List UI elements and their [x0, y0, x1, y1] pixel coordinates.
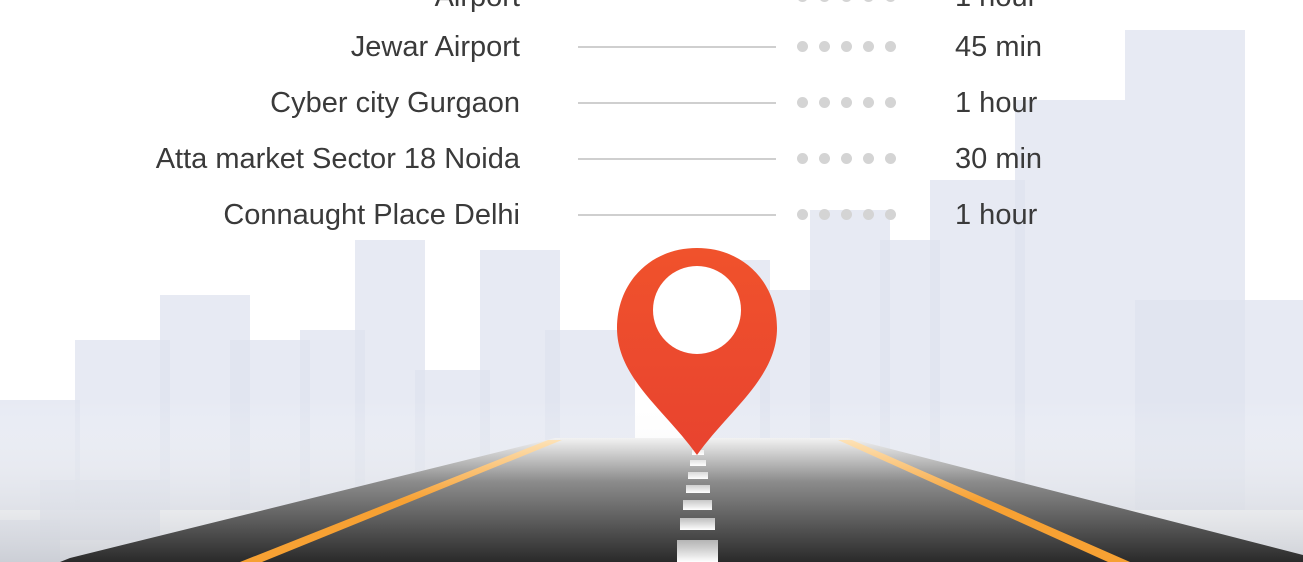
- connector-line: [578, 46, 776, 48]
- destination-label: Jewar Airport: [350, 31, 520, 63]
- destination-label: Airport: [435, 0, 520, 17]
- destination-label: Cyber city Gurgaon: [270, 87, 520, 119]
- dot-icon: [819, 209, 830, 220]
- dot-icon: [819, 41, 830, 52]
- dot-icon: [841, 97, 852, 108]
- connector-line: [578, 102, 776, 104]
- dot-icon: [797, 0, 808, 2]
- dot-icon: [863, 97, 874, 108]
- destination-label: Connaught Place Delhi: [223, 199, 520, 231]
- destination-label: Atta market Sector 18 Noida: [155, 143, 520, 175]
- dot-icon: [797, 209, 808, 220]
- dot-icon: [841, 0, 852, 2]
- travel-time: 45 min: [955, 31, 1043, 63]
- travel-time: 30 min: [955, 143, 1043, 175]
- distance-row: Connaught Place Delhi 1 hour: [0, 195, 1303, 235]
- dot-icon: [863, 209, 874, 220]
- dot-icon: [885, 209, 896, 220]
- connector-line: [578, 214, 776, 216]
- dot-icon: [863, 41, 874, 52]
- distance-list: Airport 1 hour Jewar Airport 45 min Cyber ci…: [0, 0, 1303, 562]
- distance-row: Jewar Airport 45 min: [0, 27, 1303, 67]
- dot-icon: [819, 97, 830, 108]
- dot-icon: [819, 153, 830, 164]
- dot-icon: [885, 97, 896, 108]
- dot-icon: [819, 0, 830, 2]
- dot-icon: [797, 41, 808, 52]
- travel-time: 1 hour: [955, 199, 1038, 231]
- travel-time: 1 hour: [955, 0, 1037, 17]
- distance-row: Atta market Sector 18 Noida 30 min: [0, 139, 1303, 179]
- distance-row: Cyber city Gurgaon 1 hour: [0, 83, 1303, 123]
- dot-icon: [863, 153, 874, 164]
- dot-icon: [885, 153, 896, 164]
- distance-row: Airport 1 hour: [0, 0, 1303, 17]
- dot-icon: [841, 153, 852, 164]
- travel-time: 1 hour: [955, 87, 1038, 119]
- dot-icon: [885, 41, 896, 52]
- dot-icon: [797, 153, 808, 164]
- dot-icon: [841, 41, 852, 52]
- dot-icon: [863, 0, 874, 2]
- dot-icon: [885, 0, 896, 2]
- connector-line: [578, 158, 776, 160]
- dot-icon: [797, 97, 808, 108]
- dot-icon: [841, 209, 852, 220]
